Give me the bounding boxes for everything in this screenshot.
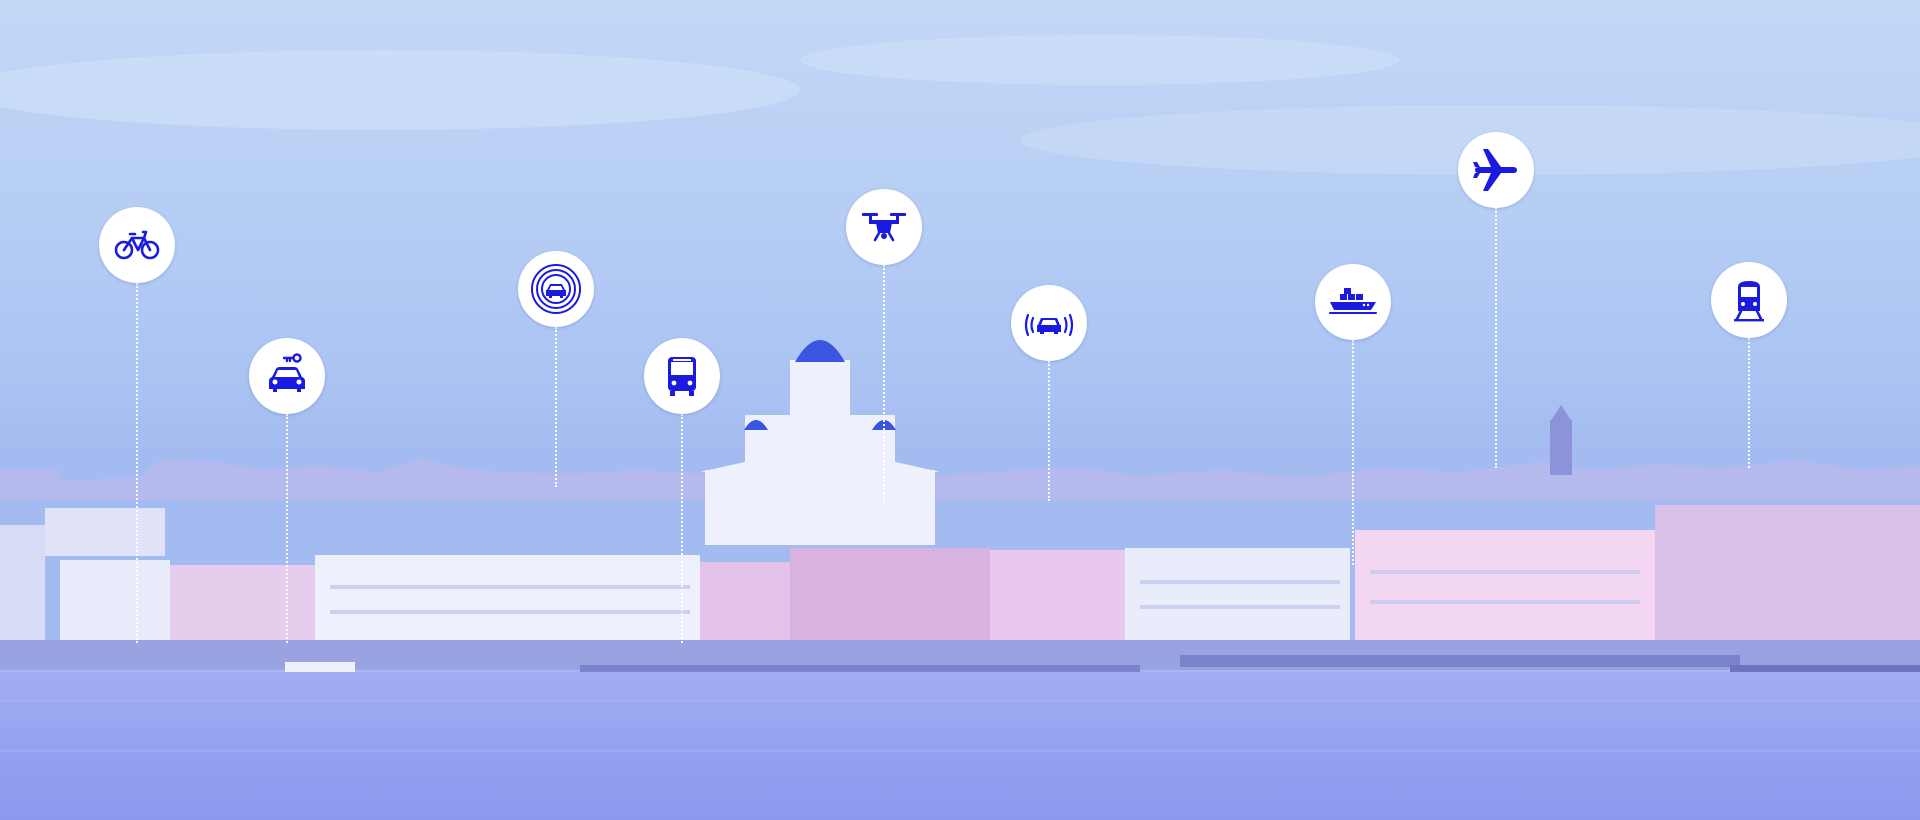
marker-autonomous-car[interactable] (518, 251, 594, 327)
marker-train[interactable] (1711, 262, 1787, 338)
train-icon (1734, 281, 1764, 322)
marker-bus[interactable] (644, 338, 720, 414)
drone-icon (862, 213, 906, 242)
pin-line-bus (681, 414, 683, 643)
city-panorama (0, 0, 1920, 820)
marker-cargo-ship[interactable] (1315, 264, 1391, 340)
pin-line-cargo-ship (1352, 340, 1354, 565)
ship-icon (1329, 288, 1377, 314)
pin-line-car-sharing (286, 414, 288, 643)
bicycle-icon (114, 230, 160, 260)
pin-line-train (1748, 338, 1750, 468)
marker-bicycle[interactable] (99, 207, 175, 283)
bus-icon (668, 357, 696, 396)
marker-drone[interactable] (846, 189, 922, 265)
pin-line-connected-car (1048, 361, 1050, 501)
car-signal-icon (1024, 313, 1074, 337)
airplane-icon (1473, 149, 1517, 191)
marker-airplane[interactable] (1458, 132, 1534, 208)
car-target-icon (531, 264, 581, 314)
pin-line-airplane (1495, 208, 1497, 468)
marker-car-sharing[interactable] (249, 338, 325, 414)
pin-line-autonomous-car (555, 327, 557, 487)
car-key-icon (269, 353, 305, 392)
pin-line-drone (883, 265, 885, 505)
pin-line-bicycle (136, 283, 138, 643)
marker-connected-car[interactable] (1011, 285, 1087, 361)
